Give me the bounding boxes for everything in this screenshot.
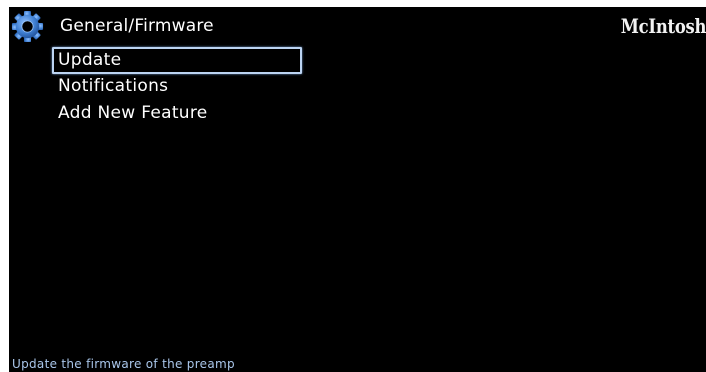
menu-item-update[interactable]: Update — [52, 47, 302, 74]
menu-item-notifications[interactable]: Notifications — [52, 74, 302, 101]
brand-logo: McIntosh — [620, 14, 706, 38]
menu-item-add-new-feature[interactable]: Add New Feature — [52, 101, 302, 128]
help-text: Update the firmware of the preamp — [12, 357, 235, 371]
settings-menu: Update Notifications Add New Feature — [52, 47, 302, 128]
gear-icon — [10, 9, 45, 44]
page-title: General/Firmware — [60, 16, 214, 36]
osd-screen: General/Firmware McIntosh Update Notific… — [9, 7, 706, 372]
